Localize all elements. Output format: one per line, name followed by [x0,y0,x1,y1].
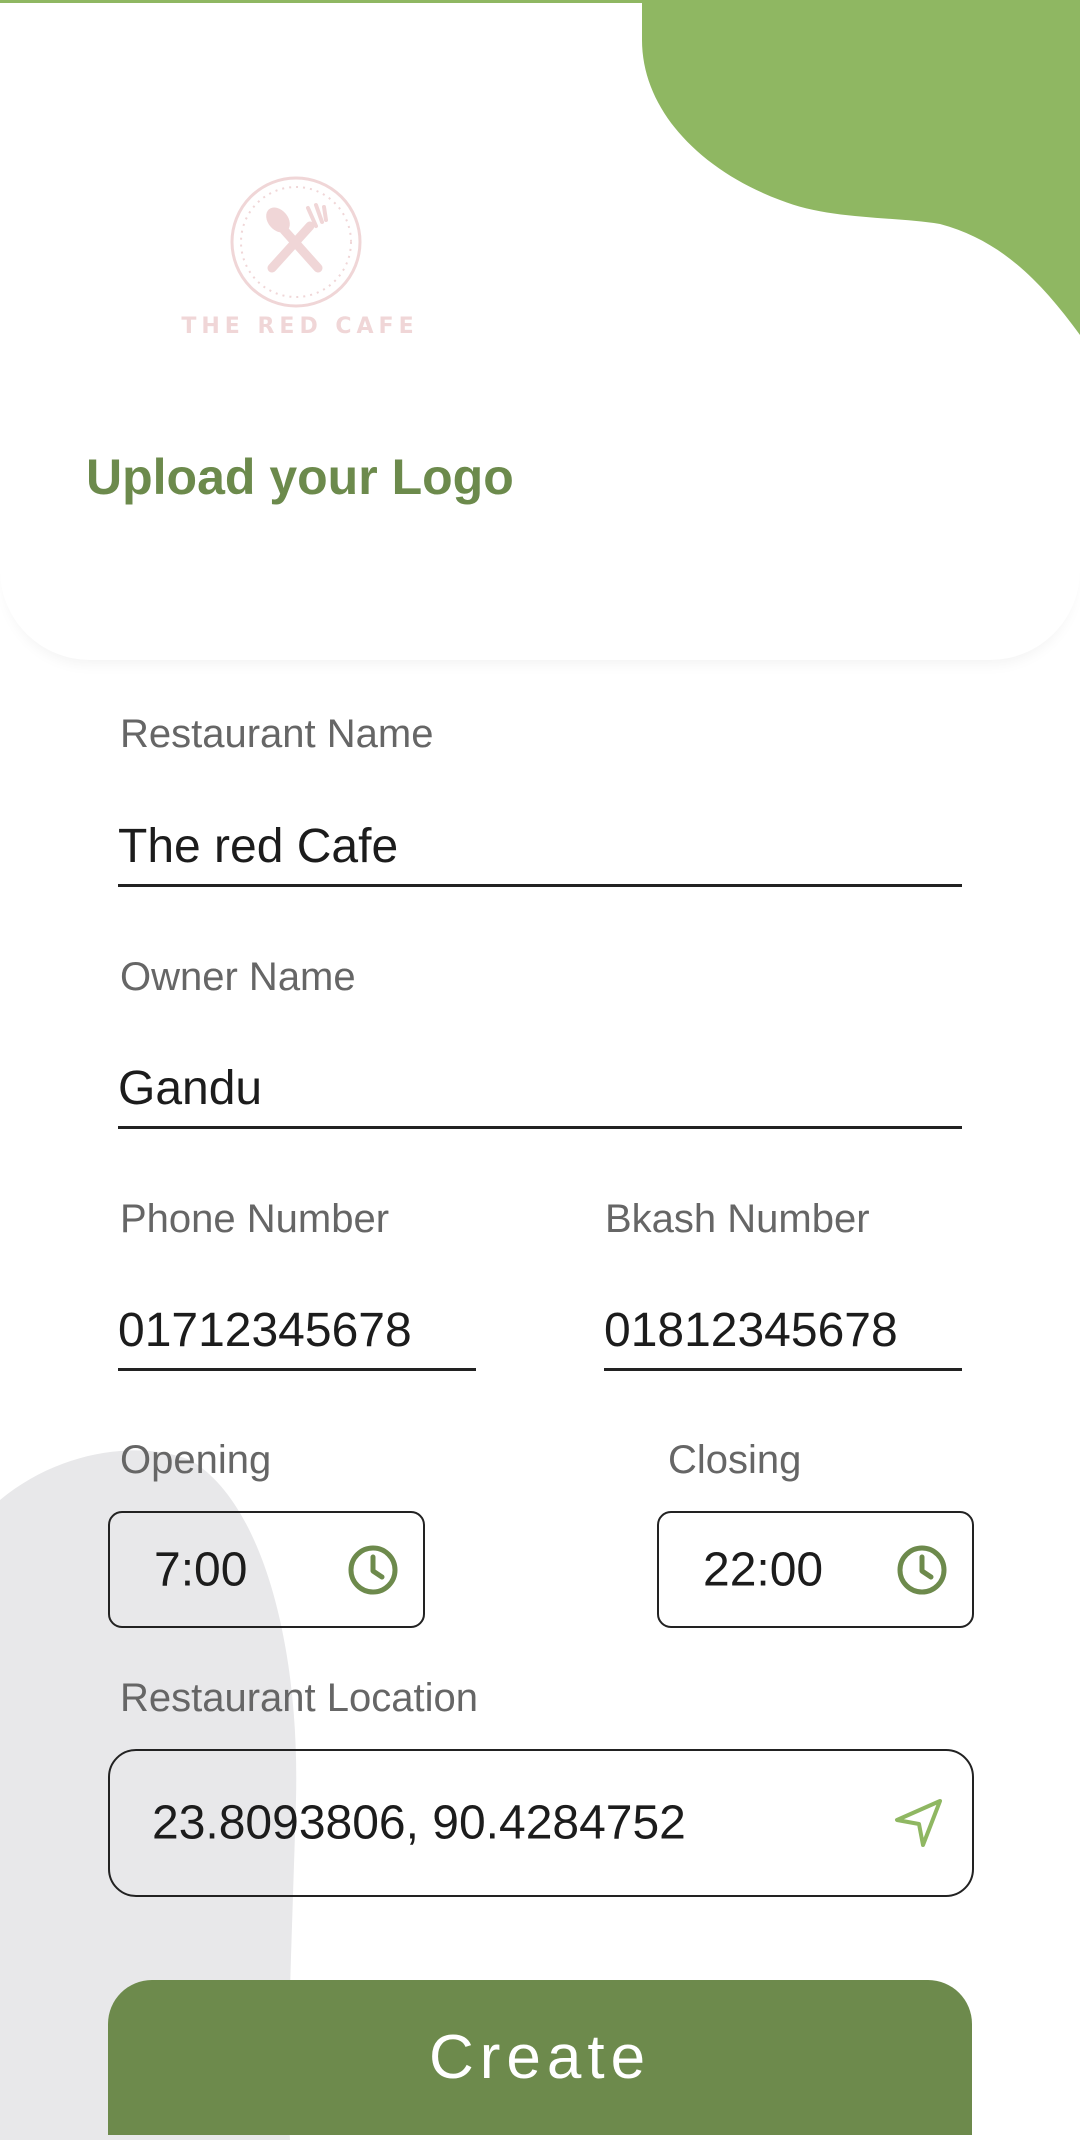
bkash-number-label: Bkash Number [605,1197,870,1241]
bkash-number-input[interactable]: 01812345678 [604,1302,962,1371]
restaurant-location-input[interactable]: 23.8093806, 90.4284752 [108,1749,974,1897]
restaurant-form: Restaurant Name The red Cafe Owner Name … [0,0,1080,2135]
closing-time-picker[interactable]: 22:00 [657,1511,974,1628]
owner-name-value: Gandu [118,1062,263,1115]
top-accent-line [0,0,1080,3]
opening-label: Opening [120,1438,272,1482]
phone-number-input[interactable]: 01712345678 [118,1302,476,1371]
bkash-number-value: 01812345678 [604,1304,898,1357]
phone-number-label: Phone Number [120,1197,390,1241]
navigation-arrow-icon[interactable] [892,1796,946,1850]
restaurant-name-value: The red Cafe [118,820,399,873]
restaurant-location-label: Restaurant Location [120,1676,479,1720]
closing-label: Closing [668,1438,802,1482]
phone-number-value: 01712345678 [118,1304,412,1357]
owner-name-label: Owner Name [120,955,356,999]
owner-name-input[interactable]: Gandu [118,1060,962,1129]
restaurant-name-input[interactable]: The red Cafe [118,818,962,887]
create-button[interactable]: Create [108,1980,972,2135]
opening-time-value: 7:00 [154,1543,248,1596]
clock-icon [897,1545,947,1594]
clock-icon [348,1545,398,1594]
restaurant-name-label: Restaurant Name [120,712,434,756]
opening-time-picker[interactable]: 7:00 [108,1511,425,1628]
closing-time-value: 22:00 [703,1543,824,1596]
restaurant-location-value: 23.8093806, 90.4284752 [152,1796,686,1850]
